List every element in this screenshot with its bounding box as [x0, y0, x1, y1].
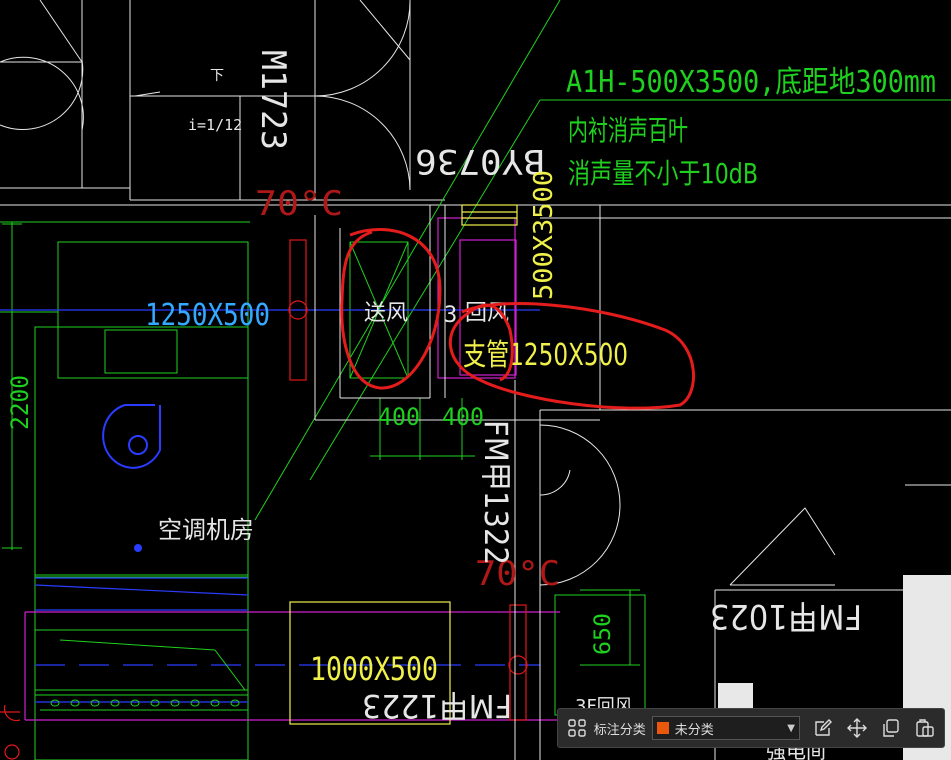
category-label: 标注分类 [593, 722, 646, 738]
duct-vertical-label: 500X3500 [529, 170, 559, 300]
duct-left-label: 1250X500 [145, 298, 270, 333]
note-line1: A1H-500X3500,底距地300mm [566, 65, 936, 100]
category-select[interactable]: 未分类 ▼ [651, 716, 800, 740]
supply-label: 送风 [364, 301, 408, 326]
paste-icon[interactable] [912, 715, 938, 741]
dim-400-left: 400 [378, 403, 420, 431]
door-fm-bottom: FM甲1223 [362, 687, 512, 725]
dim-2200: 2200 [6, 375, 34, 430]
slope-label: i=1/12 [188, 116, 242, 134]
category-color-swatch [656, 722, 669, 734]
duct-bottom-label: 1000X500 [310, 650, 438, 688]
category-selected-value: 未分类 [674, 722, 714, 738]
edit-icon[interactable] [810, 715, 836, 741]
branch-label: 支管1250X500 [463, 338, 628, 373]
door-fm-right: FM甲1023 [710, 596, 862, 636]
note-line3: 消声量不小于10dB [568, 157, 758, 190]
room-label: 空调机房 [158, 516, 254, 544]
door-label-bx: BY0736 [415, 141, 545, 181]
chevron-down-icon: ▼ [787, 722, 795, 734]
annotation-toolbar: 标注分类 未分类 ▼ [557, 708, 945, 748]
door-fm-mid: FM甲1322 [477, 420, 515, 565]
cad-drawing-canvas[interactable]: A1H-500X3500,底距地300mm 内衬消声百叶 消声量不小于10dB … [0, 0, 951, 760]
note-line2: 内衬消声百叶 [568, 114, 688, 147]
dim-650: 650 [591, 613, 616, 655]
temp-label-top: 70°C [255, 184, 343, 224]
down-label: 下 [210, 68, 224, 84]
copy-icon[interactable] [878, 715, 904, 741]
move-icon[interactable] [844, 715, 870, 741]
grid-icon[interactable] [564, 715, 590, 741]
door-label-top: M1723 [253, 50, 293, 150]
